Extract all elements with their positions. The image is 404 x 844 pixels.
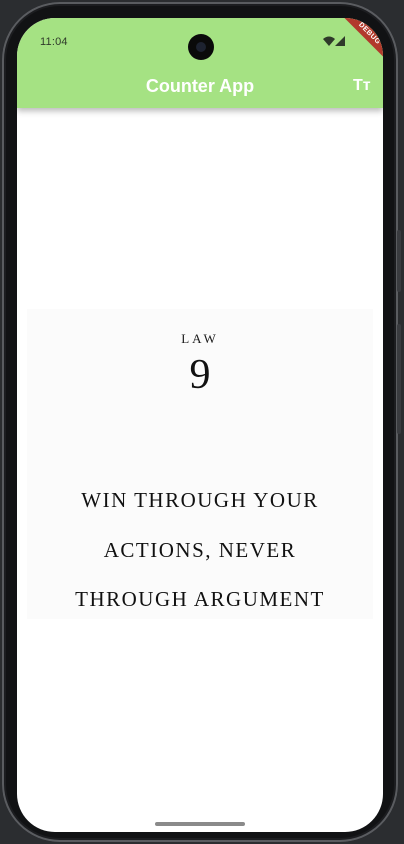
status-time: 11:04: [40, 36, 68, 48]
law-number: 9: [189, 352, 211, 398]
law-text-line: ACTIONS, NEVER: [103, 538, 297, 562]
law-label: LAW: [181, 331, 219, 346]
app-title: Counter App: [145, 76, 255, 96]
volume-button: [397, 230, 401, 292]
wifi-icon: [323, 36, 335, 46]
front-camera: [188, 34, 214, 60]
app-bar: 11:04 Counter App Tт: [17, 18, 383, 108]
screen: 11:04 Counter App Tт DEBUG LAW 9 WIN THR…: [17, 18, 383, 832]
signal-icon: [335, 36, 345, 46]
home-indicator[interactable]: [155, 822, 245, 826]
text-size-icon[interactable]: Tт: [353, 77, 371, 95]
phone-frame: 11:04 Counter App Tт DEBUG LAW 9 WIN THR…: [2, 2, 401, 842]
status-icons: [323, 36, 347, 48]
law-text-line: THROUGH ARGUMENT: [75, 587, 325, 611]
law-text-line: WIN THROUGH YOUR: [81, 488, 319, 512]
power-button: [397, 324, 401, 434]
